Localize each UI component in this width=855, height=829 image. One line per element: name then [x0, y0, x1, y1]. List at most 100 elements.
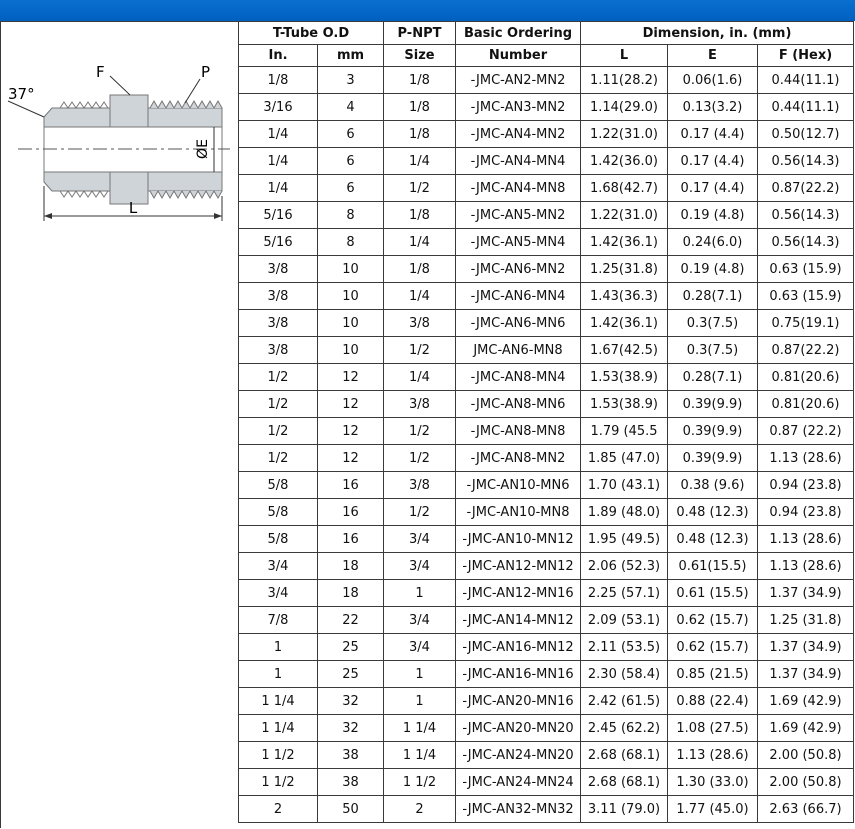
cell-ordering-number: -JMC-AN2-MN2 — [455, 66, 581, 94]
cell-e: 0.24(6.0) — [667, 228, 758, 256]
cell-npt-size: 1 — [383, 687, 456, 715]
cell-ordering-number: -JMC-AN4-MN4 — [455, 147, 581, 175]
cell-f-hex: 0.63 (15.9) — [757, 282, 854, 310]
table-row: 1 1/2 38 1 1/2 -JMC-AN24-MN24 2.68 (68.1) 1.3… — [238, 768, 854, 796]
cell-npt-size: 1/4 — [383, 282, 456, 310]
cell-tube-in: 1/8 — [238, 66, 318, 94]
table-row: 1 1/2 38 1 1/4 -JMC-AN24-MN20 2.68 (68.1) 1.1… — [238, 741, 854, 769]
cell-ordering-number: -JMC-AN8-MN8 — [455, 417, 581, 445]
cell-npt-size: 1 1/2 — [383, 768, 456, 796]
cell-l: 2.42 (61.5) — [580, 687, 668, 715]
table-row: 1/4 6 1/2 -JMC-AN4-MN8 1.68(42.7) 0.17 (4.4) 0… — [238, 174, 854, 202]
table-row: 5/16 8 1/4 -JMC-AN5-MN4 1.42(36.1) 0.24(6.0) 0… — [238, 228, 854, 256]
cell-l: 1.85 (47.0) — [580, 444, 668, 472]
cell-npt-size: 3/4 — [383, 525, 456, 553]
cell-npt-size: 3/8 — [383, 309, 456, 337]
cell-tube-in: 3/8 — [238, 336, 318, 364]
cell-l: 1.89 (48.0) — [580, 498, 668, 526]
cell-tube-mm: 38 — [317, 741, 384, 769]
label-l: L — [129, 199, 138, 217]
angle-leader — [7, 100, 45, 118]
cell-f-hex: 0.94 (23.8) — [757, 498, 854, 526]
table-row: 1/2 12 3/8 -JMC-AN8-MN6 1.53(38.9) 0.39(9.9) 0… — [238, 390, 854, 418]
cell-npt-size: 1/8 — [383, 93, 456, 121]
cell-npt-size: 1/2 — [383, 336, 456, 364]
cell-tube-in: 1/4 — [238, 174, 318, 202]
cell-l: 2.25 (57.1) — [580, 579, 668, 607]
cell-tube-in: 3/8 — [238, 282, 318, 310]
cell-f-hex: 1.13 (28.6) — [757, 552, 854, 580]
fitting-drawing: ØE L 37° F P — [7, 63, 230, 221]
cell-tube-mm: 50 — [317, 795, 384, 823]
cell-ordering-number: -JMC-AN10-MN6 — [455, 471, 581, 499]
cell-l: 1.42(36.1) — [580, 309, 668, 337]
cell-e: 0.62 (15.7) — [667, 633, 758, 661]
p-leader — [184, 78, 201, 104]
cell-npt-size: 2 — [383, 795, 456, 823]
cell-tube-in: 7/8 — [238, 606, 318, 634]
cell-ordering-number: -JMC-AN10-MN8 — [455, 498, 581, 526]
cell-e: 0.85 (21.5) — [667, 660, 758, 688]
cell-f-hex: 0.50(12.7) — [757, 120, 854, 148]
cell-tube-mm: 32 — [317, 714, 384, 742]
cell-f-hex: 0.44(11.1) — [757, 93, 854, 121]
cell-f-hex: 2.63 (66.7) — [757, 795, 854, 823]
header-ordering: Basic Ordering — [455, 21, 581, 45]
cell-tube-in: 1 1/2 — [238, 768, 318, 796]
cell-tube-mm: 6 — [317, 147, 384, 175]
label-e: ØE — [195, 139, 211, 159]
table-row: 3/4 18 3/4 -JMC-AN12-MN12 2.06 (52.3) 0.61(15… — [238, 552, 854, 580]
cell-ordering-number: -JMC-AN6-MN2 — [455, 255, 581, 283]
cell-tube-in: 3/8 — [238, 255, 318, 283]
cell-npt-size: 1/2 — [383, 498, 456, 526]
cell-e: 0.61(15.5) — [667, 552, 758, 580]
cell-tube-in: 3/16 — [238, 93, 318, 121]
table-row: 1/4 6 1/4 -JMC-AN4-MN4 1.42(36.0) 0.17 (4.4) 0… — [238, 147, 854, 175]
cell-f-hex: 0.87 (22.2) — [757, 417, 854, 445]
cell-f-hex: 0.63 (15.9) — [757, 255, 854, 283]
cell-npt-size: 1/8 — [383, 201, 456, 229]
cell-ordering-number: -JMC-AN24-MN24 — [455, 768, 581, 796]
table-row: 5/8 16 1/2 -JMC-AN10-MN8 1.89 (48.0) 0.48 (12… — [238, 498, 854, 526]
table-row: 2 50 2 -JMC-AN32-MN32 3.11 (79.0) 1.77 (45.0)… — [238, 795, 854, 823]
header-bar — [0, 0, 855, 21]
cell-npt-size: 3/4 — [383, 606, 456, 634]
header-row-2: In. mm Size Number L E F (Hex) — [238, 44, 854, 67]
cell-npt-size: 1 — [383, 579, 456, 607]
cell-f-hex: 0.56(14.3) — [757, 228, 854, 256]
cell-ordering-number: -JMC-AN6-MN4 — [455, 282, 581, 310]
cell-l: 2.68 (68.1) — [580, 768, 668, 796]
cell-f-hex: 1.13 (28.6) — [757, 444, 854, 472]
cell-tube-in: 1 1/4 — [238, 714, 318, 742]
cell-f-hex: 0.87(22.2) — [757, 174, 854, 202]
cell-tube-mm: 10 — [317, 336, 384, 364]
table-row: 5/8 16 3/8 -JMC-AN10-MN6 1.70 (43.1) 0.38 (9.… — [238, 471, 854, 499]
cell-f-hex: 1.13 (28.6) — [757, 525, 854, 553]
cell-e: 0.17 (4.4) — [667, 174, 758, 202]
cell-tube-in: 1/2 — [238, 390, 318, 418]
cell-tube-mm: 10 — [317, 255, 384, 283]
cell-ordering-number: -JMC-AN4-MN8 — [455, 174, 581, 202]
cell-e: 0.48 (12.3) — [667, 525, 758, 553]
spec-table: T-Tube O.D P-NPT Basic Ordering Dimensio… — [238, 21, 854, 823]
cell-npt-size: 3/4 — [383, 552, 456, 580]
cell-f-hex: 0.87(22.2) — [757, 336, 854, 364]
cell-l: 1.14(29.0) — [580, 93, 668, 121]
cell-tube-mm: 22 — [317, 606, 384, 634]
table-row: 3/8 10 1/2 JMC-AN6-MN8 1.67(42.5) 0.3(7.5) 0.8… — [238, 336, 854, 364]
cell-tube-mm: 12 — [317, 417, 384, 445]
cell-l: 1.79 (45.5 — [580, 417, 668, 445]
cell-f-hex: 1.37 (34.9) — [757, 633, 854, 661]
cell-l: 1.53(38.9) — [580, 390, 668, 418]
cell-f-hex: 1.69 (42.9) — [757, 687, 854, 715]
cell-tube-in: 5/16 — [238, 228, 318, 256]
cell-e: 0.28(7.1) — [667, 363, 758, 391]
cell-e: 0.39(9.9) — [667, 444, 758, 472]
header-dimension: Dimension, in. (mm) — [580, 21, 854, 45]
cell-npt-size: 1/2 — [383, 417, 456, 445]
f-leader — [109, 75, 131, 96]
cell-e: 0.3(7.5) — [667, 336, 758, 364]
cell-l: 2.11 (53.5) — [580, 633, 668, 661]
table-row: 1/8 3 1/8 -JMC-AN2-MN2 1.11(28.2) 0.06(1.6) 0.… — [238, 66, 854, 94]
cell-l: 1.42(36.0) — [580, 147, 668, 175]
